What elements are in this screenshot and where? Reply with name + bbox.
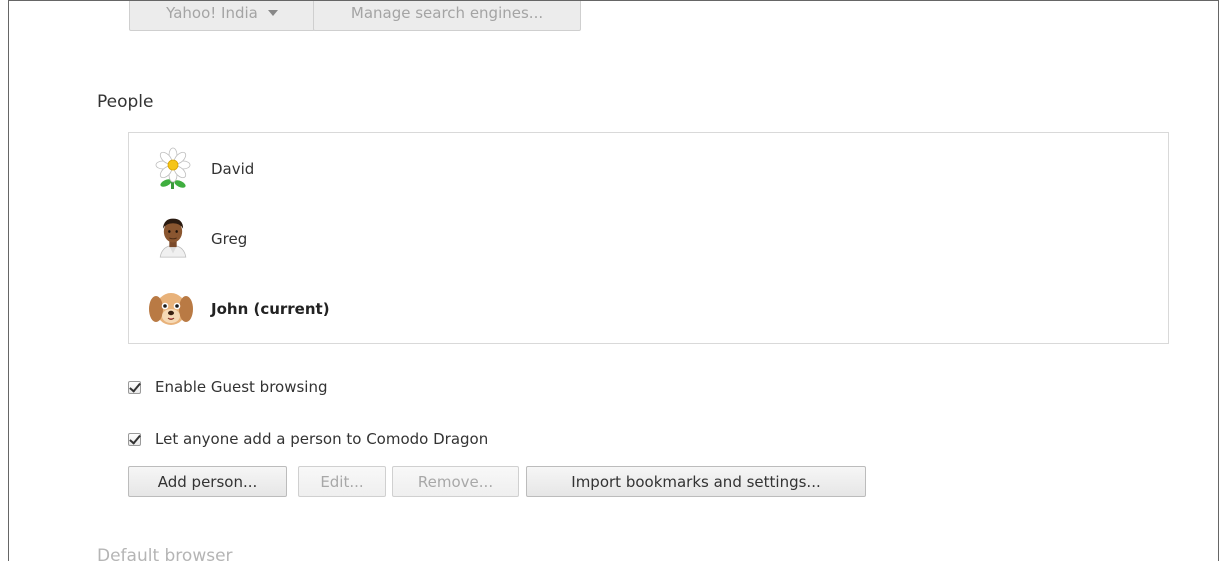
remove-person-button[interactable]: Remove... — [392, 466, 519, 497]
profile-item-john[interactable]: John (current) — [129, 283, 1168, 335]
guest-browsing-option[interactable]: Enable Guest browsing — [128, 378, 328, 396]
profile-item-greg[interactable]: Greg — [129, 213, 1168, 265]
edit-person-button[interactable]: Edit... — [298, 466, 386, 497]
people-section-title: People — [97, 92, 154, 112]
guest-browsing-checkbox[interactable] — [128, 380, 141, 394]
profile-name-current: John (current) — [211, 300, 330, 318]
profile-name: Greg — [211, 230, 248, 248]
guest-browsing-label: Enable Guest browsing — [155, 378, 328, 396]
profile-list: David Greg John (current) — [128, 132, 1169, 344]
add-person-button[interactable]: Add person... — [128, 466, 287, 497]
profile-name: David — [211, 160, 255, 178]
import-bookmarks-button[interactable]: Import bookmarks and settings... — [526, 466, 866, 497]
settings-page: Yahoo! India Manage search engines... Pe… — [8, 0, 1219, 561]
anyone-add-person-label: Let anyone add a person to Comodo Dragon — [155, 430, 489, 448]
search-engine-dropdown[interactable]: Yahoo! India — [129, 1, 315, 31]
puppy-dog-avatar-icon — [149, 293, 193, 325]
manage-search-engines-button[interactable]: Manage search engines... — [313, 1, 581, 31]
anyone-add-person-option[interactable]: Let anyone add a person to Comodo Dragon — [128, 430, 488, 448]
default-browser-section-title: Default browser — [97, 546, 233, 561]
anyone-add-person-checkbox[interactable] — [128, 432, 141, 446]
chevron-down-icon — [267, 10, 278, 16]
profile-item-david[interactable]: David — [129, 143, 1168, 195]
search-engine-value: Yahoo! India — [166, 4, 258, 22]
daisy-flower-avatar-icon — [155, 147, 191, 189]
man-avatar-icon — [159, 218, 187, 258]
